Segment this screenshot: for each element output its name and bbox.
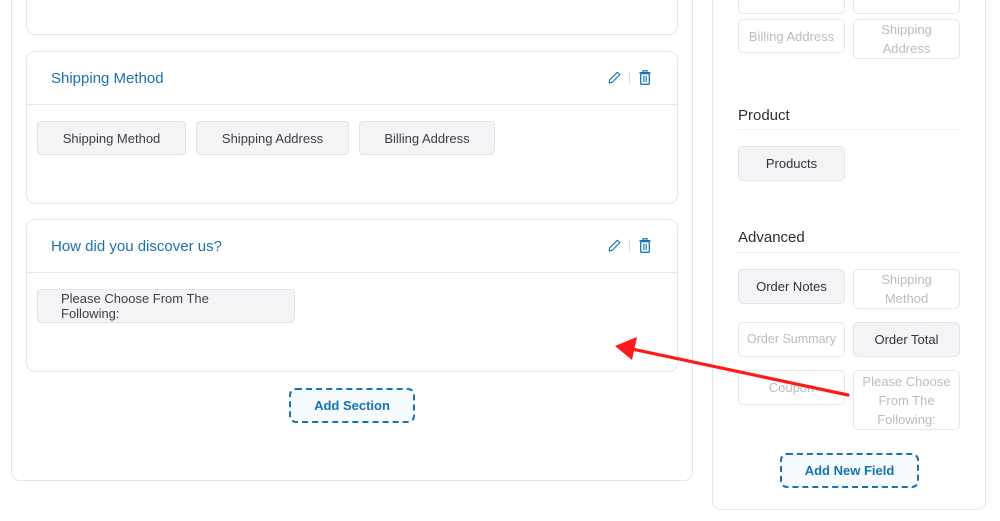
section-title: Shipping Method: [51, 69, 164, 87]
field-palette-panel: [712, 0, 986, 510]
section-actions: [606, 236, 653, 254]
field-chip-shipping-address[interactable]: Shipping Address: [196, 121, 349, 155]
palette-field-billing-address[interactable]: Billing Address: [738, 19, 845, 53]
trash-icon[interactable]: [637, 68, 653, 86]
palette-field-hidden-2: [853, 0, 960, 14]
section-card-discover-us: How did you discover us? Please Choose F…: [26, 219, 678, 372]
section-fields: Please Choose From The Following:: [27, 273, 677, 339]
palette-field-order-summary[interactable]: Order Summary: [738, 322, 845, 357]
section-header: How did you discover us?: [27, 220, 677, 273]
palette-field-order-total[interactable]: Order Total: [853, 322, 960, 357]
pencil-icon[interactable]: [606, 236, 622, 254]
action-separator: [629, 239, 630, 251]
section-card-previous: [26, 0, 678, 35]
pencil-icon[interactable]: [606, 68, 622, 86]
section-card-shipping-method: Shipping Method Shipping Method Shipping…: [26, 51, 678, 204]
add-new-field-button[interactable]: Add New Field: [780, 453, 919, 488]
palette-field-shipping-address[interactable]: Shipping Address: [853, 19, 960, 59]
section-header: Shipping Method: [27, 52, 677, 105]
palette-field-shipping-method[interactable]: Shipping Method: [853, 269, 960, 309]
palette-field-order-notes[interactable]: Order Notes: [738, 269, 845, 304]
palette-group-title-advanced: Advanced: [738, 229, 805, 246]
field-chip-please-choose[interactable]: Please Choose From The Following:: [37, 289, 295, 323]
trash-icon[interactable]: [637, 236, 653, 254]
field-chip-billing-address[interactable]: Billing Address: [359, 121, 495, 155]
palette-field-products[interactable]: Products: [738, 146, 845, 181]
palette-field-coupon[interactable]: Coupon: [738, 370, 845, 405]
palette-field-hidden-1: [738, 0, 845, 14]
section-actions: [606, 68, 653, 86]
section-fields: Shipping Method Shipping Address Billing…: [27, 105, 677, 171]
action-separator: [629, 71, 630, 83]
palette-field-please-choose[interactable]: Please Choose From The Following:: [853, 370, 960, 430]
palette-divider: [738, 129, 960, 130]
field-chip-shipping-method[interactable]: Shipping Method: [37, 121, 186, 155]
add-section-button[interactable]: Add Section: [289, 388, 415, 423]
palette-divider: [738, 252, 960, 253]
section-title: How did you discover us?: [51, 237, 222, 255]
palette-group-title-product: Product: [738, 107, 790, 124]
